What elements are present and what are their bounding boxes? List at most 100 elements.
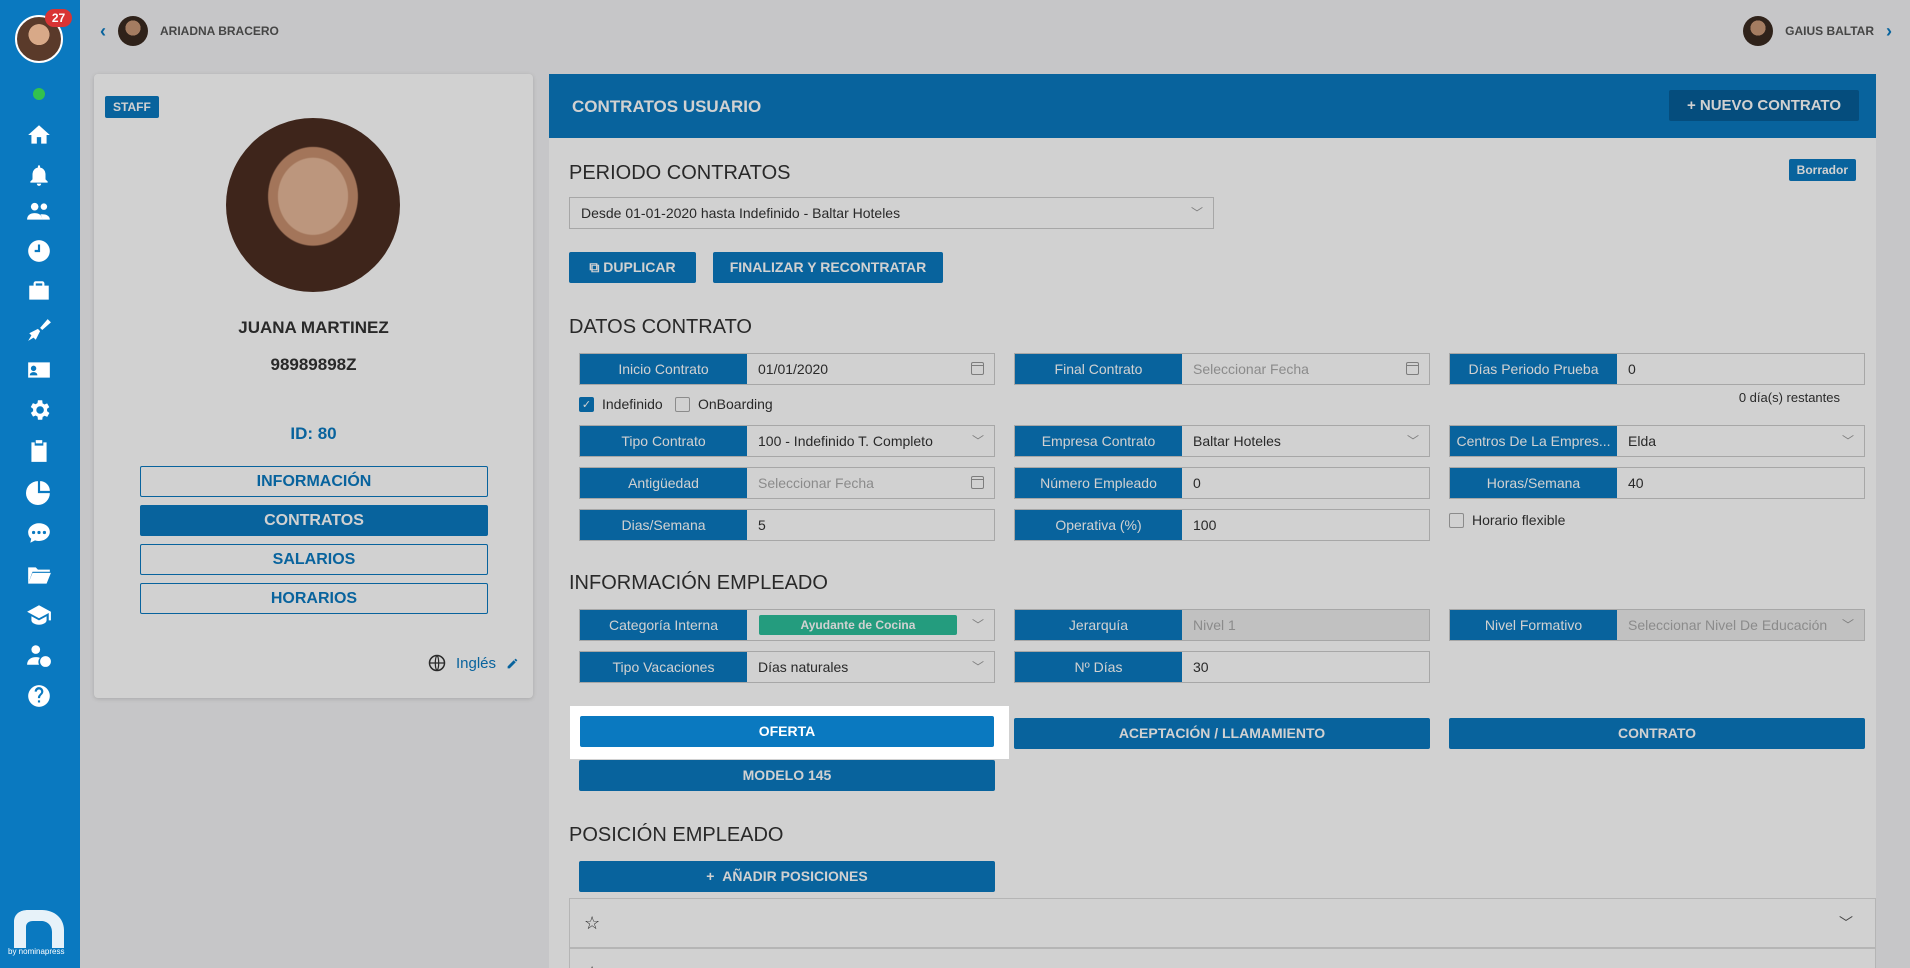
nivel-formativo-field[interactable]: Nivel Formativo Seleccionar Nivel De Edu…: [1449, 609, 1865, 641]
numero-empleado-field[interactable]: Número Empleado 0: [1014, 467, 1430, 499]
tab-informacion[interactable]: INFORMACIÓN: [140, 466, 488, 497]
plus-icon: +: [1686, 97, 1700, 114]
id-card-icon[interactable]: [24, 355, 54, 385]
nivel-formativo-select[interactable]: Seleccionar Nivel De Educación ﹀: [1617, 610, 1864, 640]
inicio-contrato-value: 01/01/2020: [758, 361, 829, 377]
tipo-vacaciones-label: Tipo Vacaciones: [580, 652, 747, 682]
numero-empleado-label: Número Empleado: [1015, 468, 1182, 498]
oferta-button[interactable]: OFERTA: [580, 716, 994, 747]
employee-photo: [226, 118, 400, 292]
onboarding-checkbox[interactable]: OnBoarding: [675, 396, 773, 412]
pie-chart-icon[interactable]: [24, 477, 54, 507]
onboarding-box[interactable]: [675, 396, 690, 412]
star-icon[interactable]: ☆: [584, 963, 600, 968]
dias-semana-field[interactable]: Dias/Semana 5: [579, 509, 995, 541]
previous-employee-avatar[interactable]: [118, 16, 148, 46]
numero-dias-input[interactable]: 30: [1182, 652, 1429, 682]
next-employee-avatar[interactable]: [1743, 16, 1774, 46]
centros-empresa-field[interactable]: Centros De La Empres... Elda ﹀: [1449, 425, 1865, 457]
help-icon[interactable]: [24, 681, 54, 711]
tab-contratos[interactable]: CONTRATOS: [140, 505, 488, 536]
horas-semana-field[interactable]: Horas/Semana 40: [1449, 467, 1865, 499]
horario-flexible-box[interactable]: [1449, 512, 1464, 528]
clipboard-icon[interactable]: [24, 436, 54, 466]
plus-icon: +: [706, 868, 723, 884]
finalize-rehire-button[interactable]: FINALIZAR Y RECONTRATAR: [713, 252, 943, 283]
calendar-icon[interactable]: [971, 476, 984, 489]
final-contrato-input[interactable]: Seleccionar Fecha: [1182, 354, 1429, 384]
tab-salarios[interactable]: SALARIOS: [140, 544, 488, 575]
new-contract-button[interactable]: + NUEVO CONTRATO: [1668, 90, 1859, 121]
language-selector[interactable]: Inglés: [428, 654, 519, 672]
bell-icon[interactable]: [24, 160, 54, 190]
chevron-down-icon: ﹀: [971, 618, 984, 632]
antiguedad-placeholder: Seleccionar Fecha: [758, 475, 874, 491]
dias-semana-input[interactable]: 5: [747, 510, 994, 540]
clock-icon[interactable]: [24, 236, 54, 266]
next-employee-chevron-icon[interactable]: ›: [1886, 21, 1892, 42]
employee-name: JUANA MARTINEZ: [238, 318, 389, 337]
add-positions-label: AÑADIR POSICIONES: [722, 868, 868, 884]
empresa-contrato-field[interactable]: Empresa Contrato Baltar Hoteles ﹀: [1014, 425, 1430, 457]
calendar-icon[interactable]: [1406, 362, 1419, 375]
categoria-interna-select[interactable]: Ayudante de Cocina ﹀: [747, 610, 994, 640]
graduation-cap-icon[interactable]: [24, 600, 54, 630]
antiguedad-input[interactable]: Seleccionar Fecha: [747, 468, 994, 498]
inicio-contrato-field[interactable]: Inicio Contrato 01/01/2020: [579, 353, 995, 385]
numero-empleado-input[interactable]: 0: [1182, 468, 1429, 498]
chevron-down-icon[interactable]: ﹀: [1839, 913, 1853, 933]
position-row[interactable]: ☆ ﹀: [569, 898, 1876, 948]
edit-pencil-icon[interactable]: [506, 657, 519, 670]
language-label[interactable]: Inglés: [456, 655, 496, 672]
indefinido-checkbox[interactable]: ✓ Indefinido: [579, 396, 663, 412]
next-employee-name[interactable]: GAIUS BALTAR: [1785, 24, 1874, 38]
previous-employee-name[interactable]: ARIADNA BRACERO: [160, 24, 279, 38]
categoria-tag: Ayudante de Cocina: [759, 615, 957, 635]
briefcase-icon[interactable]: [24, 276, 54, 306]
add-positions-button[interactable]: + AÑADIR POSICIONES: [579, 861, 995, 892]
folder-icon[interactable]: [24, 560, 54, 590]
horas-semana-input[interactable]: 40: [1617, 468, 1864, 498]
home-icon[interactable]: [24, 120, 54, 150]
horario-flexible-checkbox[interactable]: Horario flexible: [1449, 512, 1565, 528]
dias-periodo-prueba-field[interactable]: Días Periodo Prueba 0: [1449, 353, 1865, 385]
chat-icon[interactable]: [24, 518, 54, 548]
calendar-icon[interactable]: [971, 362, 984, 375]
user-money-icon[interactable]: [24, 640, 54, 670]
operativa-field[interactable]: Operativa (%) 100: [1014, 509, 1430, 541]
staff-tag: STAFF: [105, 96, 159, 118]
numero-dias-field[interactable]: Nº Días 30: [1014, 651, 1430, 683]
periodo-contratos-select[interactable]: Desde 01-01-2020 hasta Indefinido - Balt…: [569, 197, 1214, 229]
centros-empresa-value: Elda: [1628, 433, 1657, 449]
inicio-contrato-label: Inicio Contrato: [580, 354, 747, 384]
tipo-contrato-label: Tipo Contrato: [580, 426, 747, 456]
users-icon[interactable]: [24, 196, 54, 226]
contrato-button[interactable]: CONTRATO: [1449, 718, 1865, 749]
broom-icon[interactable]: [24, 315, 54, 345]
final-contrato-field[interactable]: Final Contrato Seleccionar Fecha: [1014, 353, 1430, 385]
previous-employee-chevron-icon[interactable]: ‹: [100, 21, 106, 42]
position-row[interactable]: ☆: [569, 948, 1876, 968]
brand-caption: by nominapress: [8, 947, 65, 956]
duplicate-button[interactable]: ⧉ DUPLICAR: [569, 252, 696, 283]
check-icon[interactable]: ✓: [579, 396, 594, 412]
empresa-contrato-select[interactable]: Baltar Hoteles ﹀: [1182, 426, 1429, 456]
tipo-vacaciones-field[interactable]: Tipo Vacaciones Días naturales ﹀: [579, 651, 995, 683]
top-bar: ‹ ARIADNA BRACERO GAIUS BALTAR ›: [80, 0, 1910, 58]
chevron-down-icon: ﹀: [1841, 434, 1854, 448]
gear-icon[interactable]: [24, 395, 54, 425]
inicio-contrato-input[interactable]: 01/01/2020: [747, 354, 994, 384]
dias-periodo-prueba-input[interactable]: 0: [1617, 354, 1864, 384]
tipo-vacaciones-select[interactable]: Días naturales ﹀: [747, 652, 994, 682]
tipo-contrato-field[interactable]: Tipo Contrato 100 - Indefinido T. Comple…: [579, 425, 995, 457]
modelo-145-button[interactable]: MODELO 145: [579, 760, 995, 791]
aceptacion-llamamiento-button[interactable]: ACEPTACIÓN / LLAMAMIENTO: [1014, 718, 1430, 749]
star-icon[interactable]: ☆: [584, 913, 600, 934]
centros-empresa-select[interactable]: Elda ﹀: [1617, 426, 1864, 456]
tipo-contrato-select[interactable]: 100 - Indefinido T. Completo ﹀: [747, 426, 994, 456]
antiguedad-field[interactable]: Antigüedad Seleccionar Fecha: [579, 467, 995, 499]
categoria-interna-field[interactable]: Categoría Interna Ayudante de Cocina ﹀: [579, 609, 995, 641]
dias-periodo-prueba-label: Días Periodo Prueba: [1450, 354, 1617, 384]
operativa-input[interactable]: 100: [1182, 510, 1429, 540]
tab-horarios[interactable]: HORARIOS: [140, 583, 488, 614]
